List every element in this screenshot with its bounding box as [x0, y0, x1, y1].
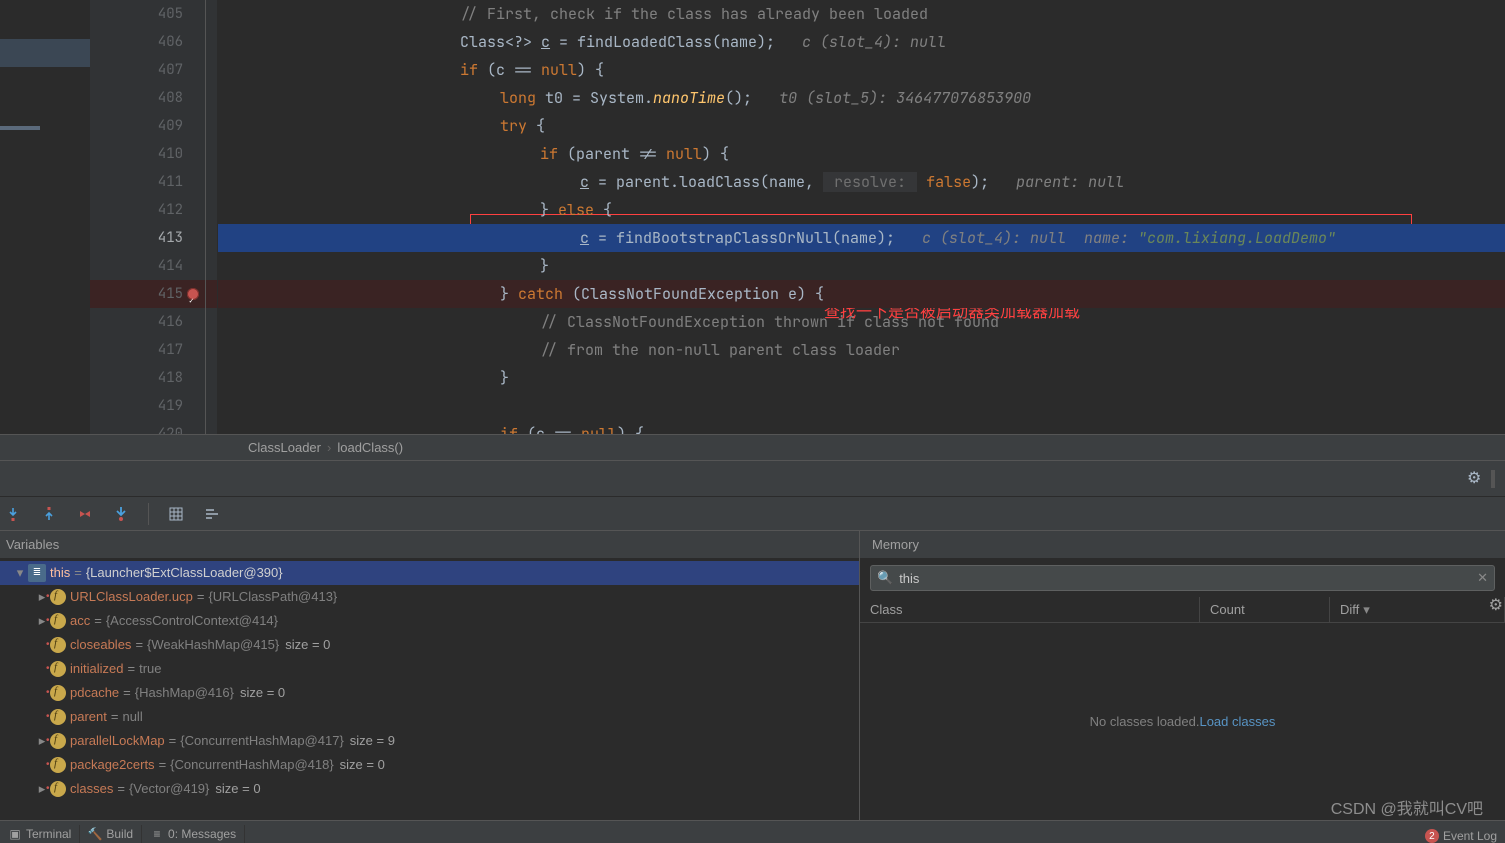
col-diff[interactable]: Diff ▾ [1330, 597, 1505, 622]
variables-header: Variables [0, 531, 859, 559]
variable-row[interactable]: parallelLockMap = {ConcurrentHashMap@417… [0, 729, 859, 753]
left-gutter-margin [0, 0, 90, 434]
load-classes-link[interactable]: Load classes [1199, 714, 1275, 729]
code-line[interactable]: long t0 = System.nanoTime(); t0 (slot_5)… [218, 84, 1505, 112]
line-number[interactable]: 412 [90, 196, 217, 224]
field-icon [50, 637, 66, 653]
breadcrumb-method[interactable]: loadClass() [337, 440, 403, 455]
memory-columns: Class Count Diff ▾ [860, 597, 1505, 623]
breadcrumb[interactable]: ClassLoader › loadClass() [0, 434, 1505, 460]
memory-panel: Memory 🔍 ✕ Class Count Diff ▾ No classes… [860, 531, 1505, 820]
code-line[interactable]: } [218, 252, 1505, 280]
line-number[interactable]: 417 [90, 336, 217, 364]
line-number-gutter[interactable]: 4054064074084094104114124134144154164174… [90, 0, 218, 434]
variable-row[interactable]: this = {Launcher$ExtClassLoader@390} [0, 561, 859, 585]
variable-row[interactable]: classes = {Vector@419} size = 0 [0, 777, 859, 801]
memory-search-input[interactable] [899, 571, 1477, 586]
field-icon [50, 613, 66, 629]
evaluate-grid-icon[interactable] [167, 505, 185, 523]
code-line[interactable]: } [218, 364, 1505, 392]
code-line[interactable]: // ClassNotFoundException thrown if clas… [218, 308, 1505, 336]
tab-build[interactable]: 🔨Build [80, 825, 142, 843]
code-line[interactable]: // from the non-null parent class loader [218, 336, 1505, 364]
code-area[interactable]: 上一级为null，说明已经找到Bootstrap类加载器了， 查找一下是否被启动… [218, 0, 1505, 434]
expand-arrow-icon[interactable] [12, 561, 28, 585]
force-step-into-icon[interactable] [112, 505, 130, 523]
memory-header: Memory [860, 531, 1505, 559]
step-out-icon[interactable] [40, 505, 58, 523]
debug-header-bar [0, 460, 1505, 496]
code-line[interactable] [218, 392, 1505, 420]
col-class[interactable]: Class [860, 597, 1200, 622]
line-number[interactable]: 413 [90, 224, 217, 252]
variables-panel: Variables this = {Launcher$ExtClassLoade… [0, 531, 860, 820]
code-line[interactable]: if (parent != null) { [218, 140, 1505, 168]
field-icon [50, 781, 66, 797]
line-number[interactable]: 415 [90, 280, 217, 308]
chevron-down-icon: ▾ [1363, 602, 1370, 618]
field-icon [50, 661, 66, 677]
col-count[interactable]: Count [1200, 597, 1330, 622]
line-number[interactable]: 419 [90, 392, 217, 420]
code-line[interactable]: } else { [218, 196, 1505, 224]
breadcrumb-class[interactable]: ClassLoader [248, 440, 321, 455]
line-number[interactable]: 416 [90, 308, 217, 336]
line-number[interactable]: 414 [90, 252, 217, 280]
code-line[interactable]: // First, check if the class has already… [218, 0, 1505, 28]
code-line[interactable]: try { [218, 112, 1505, 140]
line-number[interactable]: 407 [90, 56, 217, 84]
line-number[interactable]: 410 [90, 140, 217, 168]
variable-row[interactable]: acc = {AccessControlContext@414} [0, 609, 859, 633]
tab-messages[interactable]: ≡0: Messages [142, 825, 245, 843]
variable-row[interactable]: package2certs = {ConcurrentHashMap@418} … [0, 753, 859, 777]
field-icon [50, 685, 66, 701]
memory-search[interactable]: 🔍 ✕ [870, 565, 1495, 591]
line-number[interactable]: 411 [90, 168, 217, 196]
code-line[interactable]: c = parent.loadClass(name, resolve: fals… [218, 168, 1505, 196]
debug-toolbar [0, 496, 1505, 530]
terminal-icon: ▣ [8, 827, 22, 841]
hammer-icon: 🔨 [88, 827, 102, 841]
debug-panels: Variables this = {Launcher$ExtClassLoade… [0, 530, 1505, 820]
field-icon [50, 709, 66, 725]
line-number[interactable]: 408 [90, 84, 217, 112]
code-line[interactable]: Class<?> c = findLoadedClass(name); c (s… [218, 28, 1505, 56]
bottom-toolwindow-tabs[interactable]: ▣Terminal 🔨Build ≡0: Messages 2 Event Lo… [0, 820, 1505, 843]
variable-row[interactable]: pdcache = {HashMap@416} size = 0 [0, 681, 859, 705]
variables-tree[interactable]: this = {Launcher$ExtClassLoader@390}URLC… [0, 559, 859, 820]
variable-row[interactable]: closeables = {WeakHashMap@415} size = 0 [0, 633, 859, 657]
variable-row[interactable]: URLClassLoader.ucp = {URLClassPath@413} [0, 585, 859, 609]
line-number[interactable]: 405 [90, 0, 217, 28]
notification-badge: 2 [1425, 829, 1439, 843]
toolbar-separator [148, 503, 149, 525]
tab-terminal[interactable]: ▣Terminal [0, 825, 80, 843]
clear-icon[interactable]: ✕ [1477, 570, 1488, 586]
variable-row[interactable]: initialized = true [0, 657, 859, 681]
drop-frame-icon[interactable] [76, 505, 94, 523]
memory-empty-state: No classes loaded. Load classes [860, 623, 1505, 820]
breakpoint-icon[interactable] [187, 288, 199, 300]
line-number[interactable]: 406 [90, 28, 217, 56]
line-number[interactable]: 409 [90, 112, 217, 140]
search-icon: 🔍 [877, 570, 893, 586]
chevron-right-icon: › [327, 440, 331, 455]
line-number[interactable]: 418 [90, 364, 217, 392]
field-icon [50, 589, 66, 605]
code-line[interactable]: c = findBootstrapClassOrNull(name); c (s… [218, 224, 1505, 252]
variable-row[interactable]: parent = null [0, 705, 859, 729]
step-into-icon[interactable] [4, 505, 22, 523]
tab-event-log[interactable]: 2 Event Log [1417, 829, 1505, 843]
hide-panel-handle[interactable] [1491, 470, 1495, 488]
code-line[interactable]: if (c == null) { [218, 56, 1505, 84]
gear-icon[interactable] [1467, 471, 1483, 487]
editor-pane: 4054064074084094104114124134144154164174… [0, 0, 1505, 434]
field-icon [50, 757, 66, 773]
messages-icon: ≡ [150, 827, 164, 841]
field-icon [50, 733, 66, 749]
memory-settings-icon[interactable] [1489, 595, 1503, 615]
object-icon [28, 564, 46, 582]
code-line[interactable]: } catch (ClassNotFoundException e) { [218, 280, 1505, 308]
trace-icon[interactable] [203, 505, 221, 523]
